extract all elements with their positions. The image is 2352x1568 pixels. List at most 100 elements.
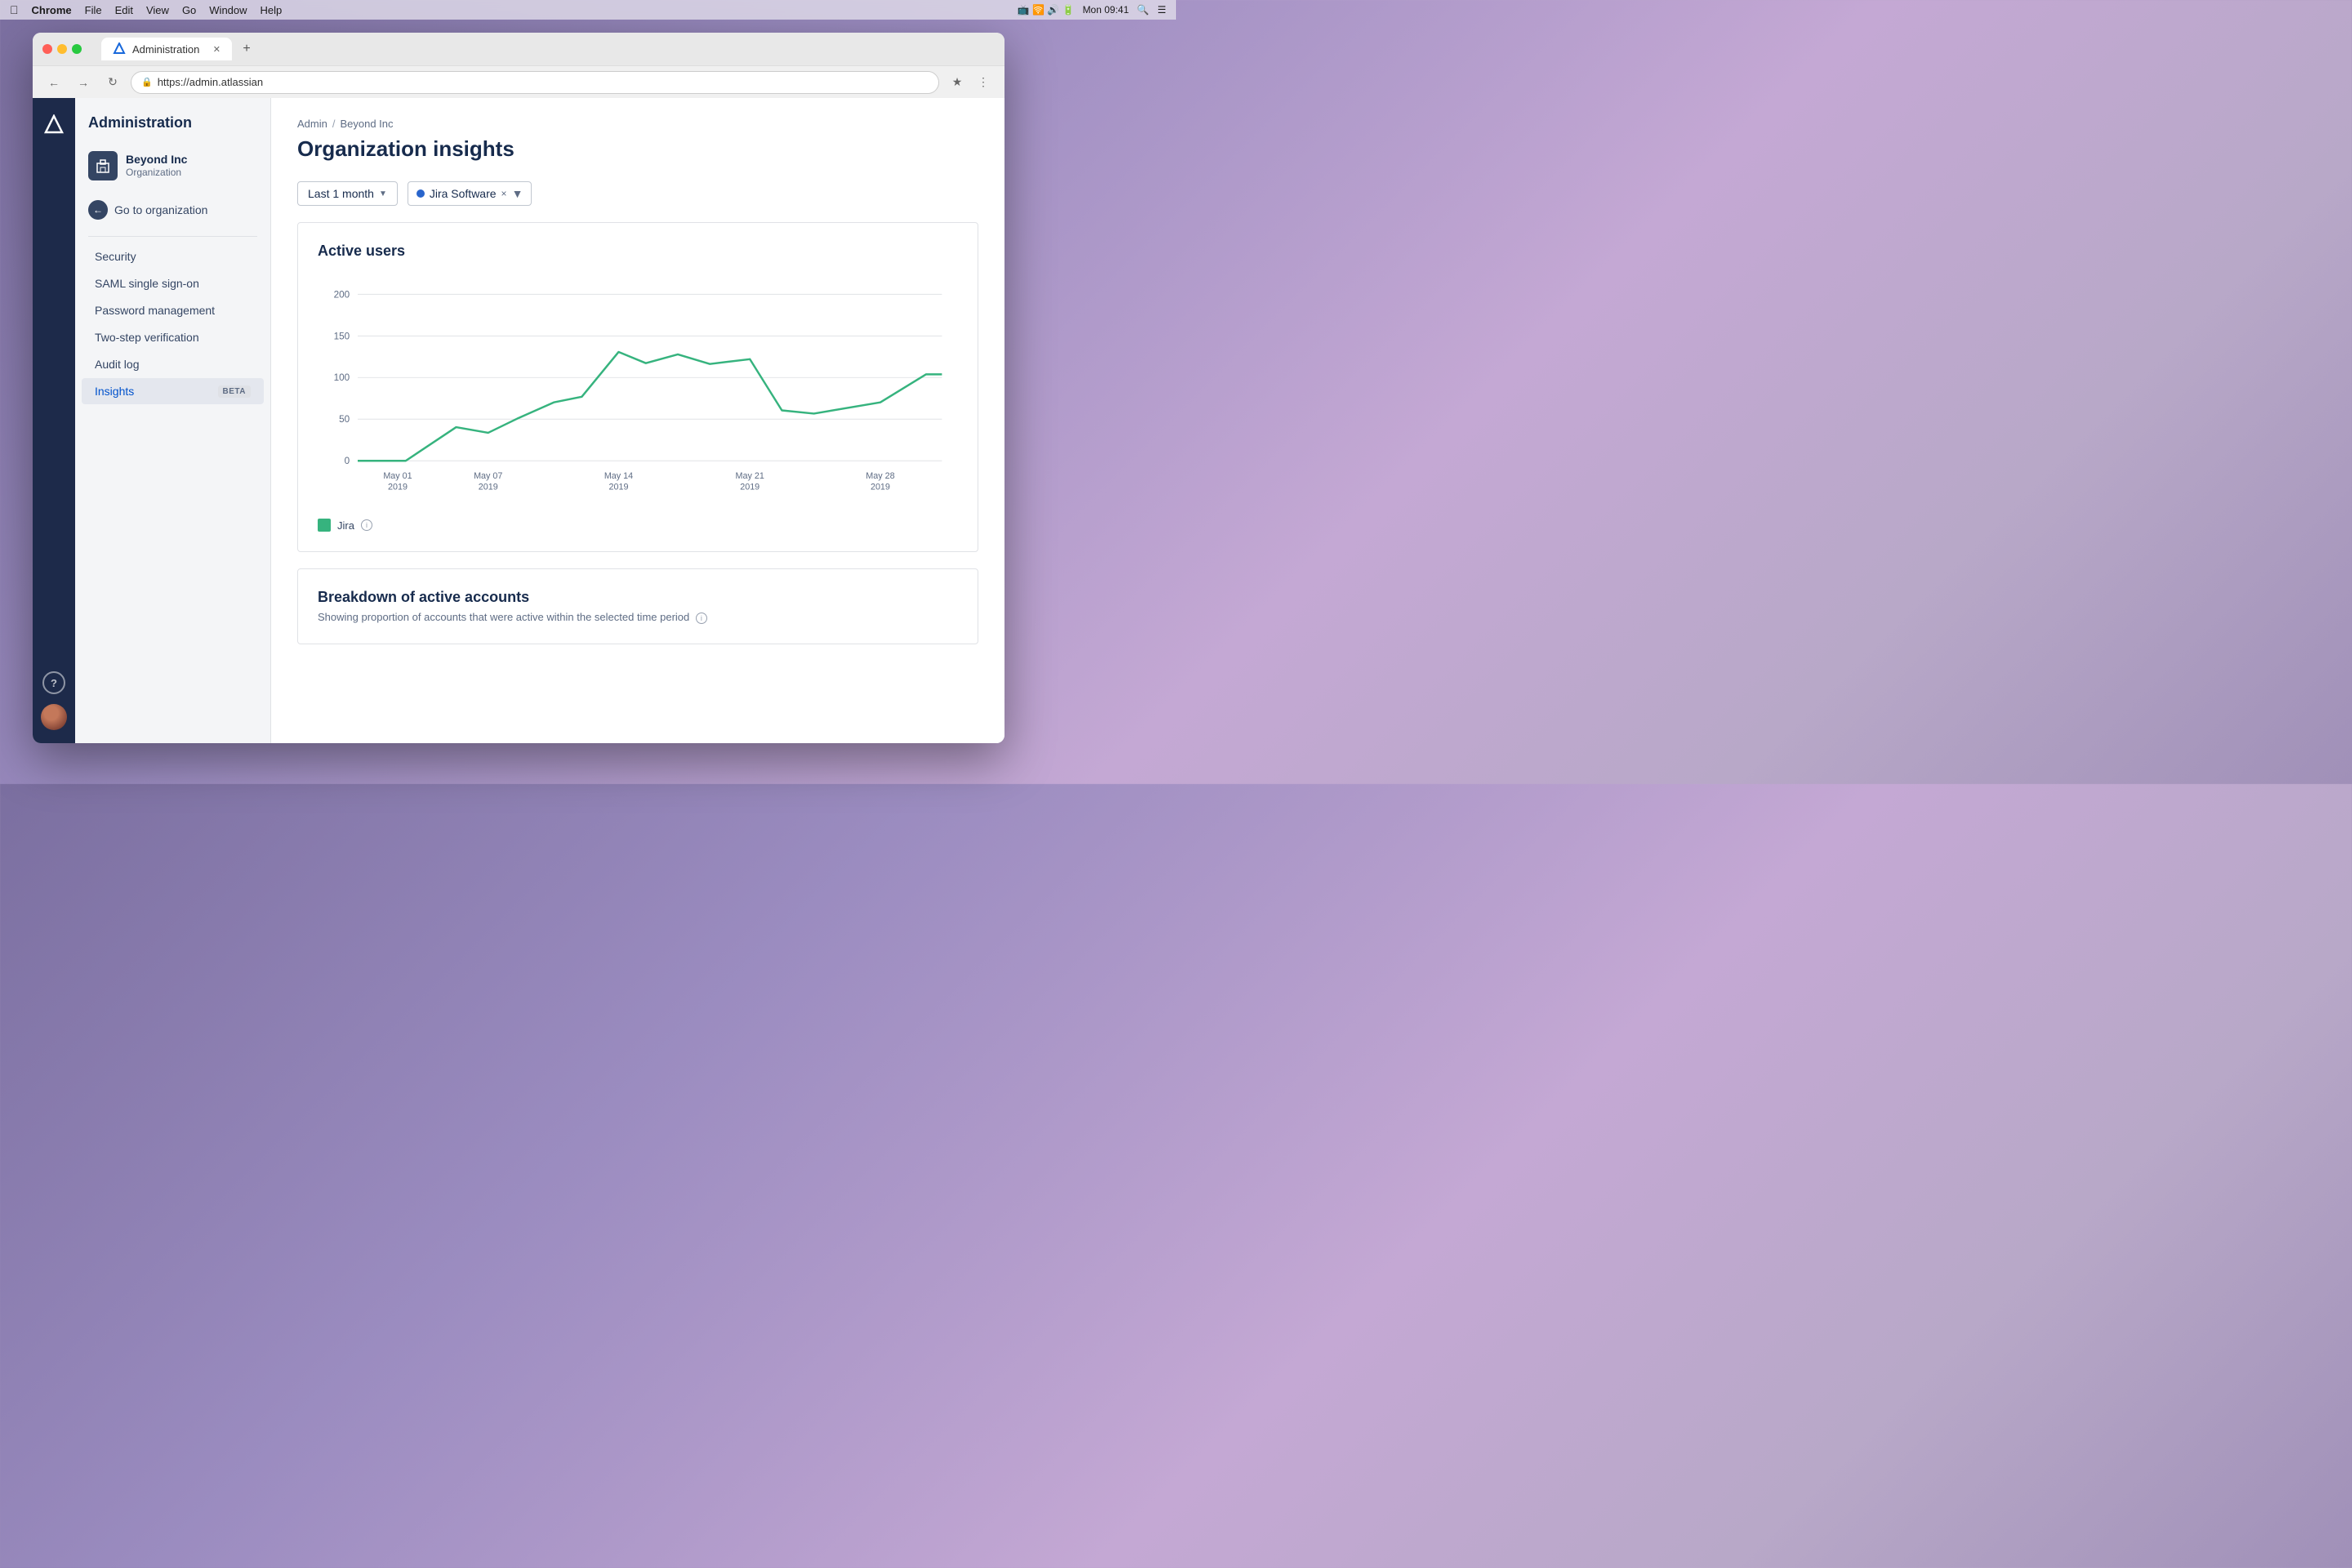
sidebar-item-insights-label: Insights	[95, 385, 134, 398]
svg-text:May 01: May 01	[383, 471, 412, 481]
maximize-window-button[interactable]	[72, 44, 82, 54]
sidebar-divider	[88, 236, 257, 237]
menu-go[interactable]: Go	[182, 4, 196, 16]
svg-text:2019: 2019	[740, 483, 760, 492]
menu-edit[interactable]: Edit	[115, 4, 133, 16]
legend-color-jira	[318, 519, 331, 532]
apple-logo: 	[10, 3, 19, 16]
time-filter-dropdown[interactable]: Last 1 month ▼	[297, 181, 398, 206]
org-name: Beyond Inc	[126, 152, 187, 167]
svg-text:200: 200	[334, 289, 350, 300]
org-type: Organization	[126, 167, 187, 180]
go-to-org-button[interactable]: ← Go to organization	[75, 194, 270, 226]
lock-icon: 🔒	[141, 77, 153, 87]
menu-time: Mon 09:41	[1083, 4, 1129, 16]
breadcrumb-admin-link[interactable]: Admin	[297, 118, 327, 130]
reload-button[interactable]: ↻	[101, 71, 124, 94]
legend-label-jira: Jira	[337, 519, 354, 532]
svg-text:100: 100	[334, 372, 350, 383]
menu-status-icons: 📺 🛜 🔊 🔋	[1018, 4, 1075, 16]
page-title: Organization insights	[297, 136, 978, 162]
atlassian-logo[interactable]	[39, 111, 69, 140]
svg-text:50: 50	[339, 414, 350, 425]
minimize-window-button[interactable]	[57, 44, 67, 54]
titlebar: Administration ✕ +	[33, 33, 1004, 65]
active-users-chart-card: Active users 200 150 100 50	[297, 222, 978, 552]
breakdown-card: Breakdown of active accounts Showing pro…	[297, 568, 978, 644]
more-button[interactable]: ⋮	[972, 71, 995, 94]
tab-title: Administration	[132, 43, 199, 56]
url-text: https://admin.atlassian	[158, 76, 263, 88]
breadcrumb: Admin / Beyond Inc	[297, 118, 978, 130]
sidebar-title: Administration	[75, 114, 270, 131]
app-name[interactable]: Chrome	[32, 4, 72, 16]
sidebar-item-audit[interactable]: Audit log	[82, 351, 264, 377]
sidebar-item-insights[interactable]: Insights BETA	[82, 378, 264, 404]
menubar:  Chrome File Edit View Go Window Help 📺…	[0, 0, 1176, 20]
browser-tab-administration[interactable]: Administration ✕	[101, 38, 232, 60]
menu-list-icon[interactable]: ☰	[1157, 4, 1166, 16]
avatar-image	[41, 704, 67, 730]
org-icon	[88, 151, 118, 180]
chart-container: 200 150 100 50 0 May 01 2019 May 07 2019…	[318, 276, 958, 509]
browser-chrome: Administration ✕ + ← → ↻ 🔒 https://admin…	[33, 33, 1004, 98]
breakdown-title: Breakdown of active accounts	[318, 589, 958, 606]
svg-text:May 14: May 14	[604, 471, 633, 481]
product-filter-close-button[interactable]: ×	[501, 188, 507, 199]
svg-text:0: 0	[345, 456, 350, 466]
sidebar-item-two-step[interactable]: Two-step verification	[82, 324, 264, 350]
menu-window[interactable]: Window	[209, 4, 247, 16]
main-content: Admin / Beyond Inc Organization insights…	[271, 98, 1004, 743]
sidebar-item-security-label: Security	[95, 250, 136, 263]
go-back-icon: ←	[88, 200, 108, 220]
close-window-button[interactable]	[42, 44, 52, 54]
breakdown-subtitle: Showing proportion of accounts that were…	[318, 611, 958, 624]
product-filter-expand-icon[interactable]: ▼	[512, 187, 523, 200]
address-bar[interactable]: 🔒 https://admin.atlassian	[131, 71, 939, 94]
legend-info-icon[interactable]: i	[361, 519, 372, 531]
sidebar-item-saml-label: SAML single sign-on	[95, 277, 199, 290]
new-tab-button[interactable]: +	[235, 38, 258, 60]
tab-bar: Administration ✕ +	[95, 38, 995, 60]
svg-text:2019: 2019	[871, 483, 890, 492]
sidebar-item-security[interactable]: Security	[82, 243, 264, 270]
user-avatar-button[interactable]	[41, 704, 67, 730]
menu-file[interactable]: File	[85, 4, 102, 16]
traffic-lights	[42, 44, 82, 54]
tab-close-button[interactable]: ✕	[213, 44, 220, 55]
svg-text:May 28: May 28	[866, 471, 894, 481]
breadcrumb-separator: /	[332, 118, 336, 130]
bookmark-button[interactable]: ★	[946, 71, 969, 94]
org-item: Beyond Inc Organization	[75, 145, 270, 187]
help-button[interactable]: ?	[42, 671, 65, 694]
product-filter-label: Jira Software	[430, 187, 497, 200]
org-info: Beyond Inc Organization	[126, 152, 187, 180]
time-filter-caret: ▼	[379, 189, 387, 198]
tab-favicon	[113, 42, 126, 56]
chart-legend: Jira i	[318, 519, 958, 532]
toolbar-actions: ★ ⋮	[946, 71, 995, 94]
menu-view[interactable]: View	[146, 4, 169, 16]
svg-text:2019: 2019	[388, 483, 408, 492]
forward-button[interactable]: →	[72, 71, 95, 94]
menu-search-icon[interactable]: 🔍	[1137, 4, 1149, 16]
active-users-line	[358, 352, 942, 461]
time-filter-label: Last 1 month	[308, 187, 374, 200]
svg-text:May 21: May 21	[736, 471, 764, 481]
svg-text:2019: 2019	[479, 483, 498, 492]
menu-help[interactable]: Help	[261, 4, 283, 16]
sidebar-item-password-label: Password management	[95, 304, 215, 317]
sidebar-item-saml[interactable]: SAML single sign-on	[82, 270, 264, 296]
product-filter-tag[interactable]: Jira Software × ▼	[408, 181, 532, 206]
breakdown-info-icon[interactable]: i	[696, 612, 707, 624]
sidebar-nav: Administration Beyond Inc Organization ←…	[75, 98, 271, 743]
sidebar-item-two-step-label: Two-step verification	[95, 331, 199, 344]
back-button[interactable]: ←	[42, 71, 65, 94]
breadcrumb-org-link[interactable]: Beyond Inc	[340, 118, 393, 130]
sidebar-item-password[interactable]: Password management	[82, 297, 264, 323]
sidebar-dark-bottom: ?	[41, 671, 67, 730]
sidebar-item-audit-label: Audit log	[95, 358, 139, 371]
sidebar-dark: ?	[33, 98, 75, 743]
active-users-chart-svg: 200 150 100 50 0 May 01 2019 May 07 2019…	[318, 276, 958, 505]
filters: Last 1 month ▼ Jira Software × ▼	[297, 181, 978, 206]
